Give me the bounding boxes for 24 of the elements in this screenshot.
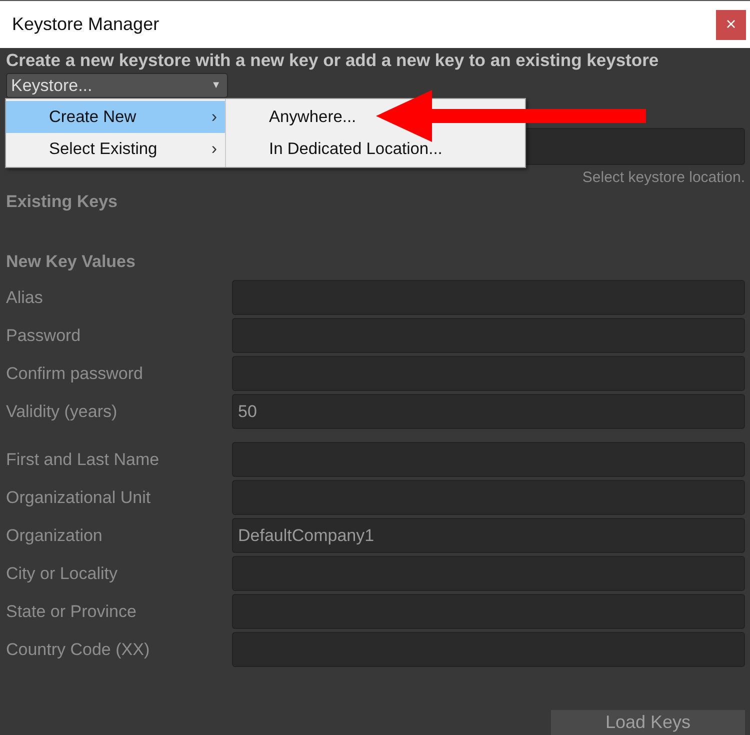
submenu-item[interactable]: In Dedicated Location... bbox=[226, 133, 525, 165]
load-keys-button[interactable]: Load Keys bbox=[551, 710, 745, 735]
close-button[interactable]: × bbox=[716, 10, 746, 40]
location-hint: Select keystore location. bbox=[582, 169, 745, 186]
field-label: Confirm password bbox=[6, 364, 144, 384]
input-field[interactable]: 50 bbox=[232, 394, 745, 429]
field-label: Password bbox=[6, 326, 82, 346]
field-label: Organization bbox=[6, 526, 104, 546]
keystore-dropdown[interactable]: Keystore... ▼ bbox=[6, 73, 228, 98]
instruction-text: Create a new keystore with a new key or add a new key to an existing keystore bbox=[6, 50, 660, 71]
field-label: Validity (years) bbox=[6, 402, 118, 422]
field-label: State or Province bbox=[6, 602, 138, 622]
menu-item[interactable]: Select Existing › bbox=[6, 133, 225, 165]
section-heading: New Key Values bbox=[6, 252, 136, 272]
field-label: Organizational Unit bbox=[6, 488, 152, 508]
submenu-item[interactable]: Anywhere... bbox=[226, 101, 525, 133]
window-title: Keystore Manager bbox=[12, 14, 160, 35]
field-label: Alias bbox=[6, 288, 44, 308]
field-label: City or Locality bbox=[6, 564, 118, 584]
section-heading: Existing Keys bbox=[6, 192, 118, 212]
input-field[interactable]: DefaultCompany1 bbox=[232, 518, 745, 553]
menu-item[interactable]: Create New › bbox=[6, 101, 225, 133]
field-label: First and Last Name bbox=[6, 450, 160, 470]
field-label: Country Code (XX) bbox=[6, 640, 151, 660]
